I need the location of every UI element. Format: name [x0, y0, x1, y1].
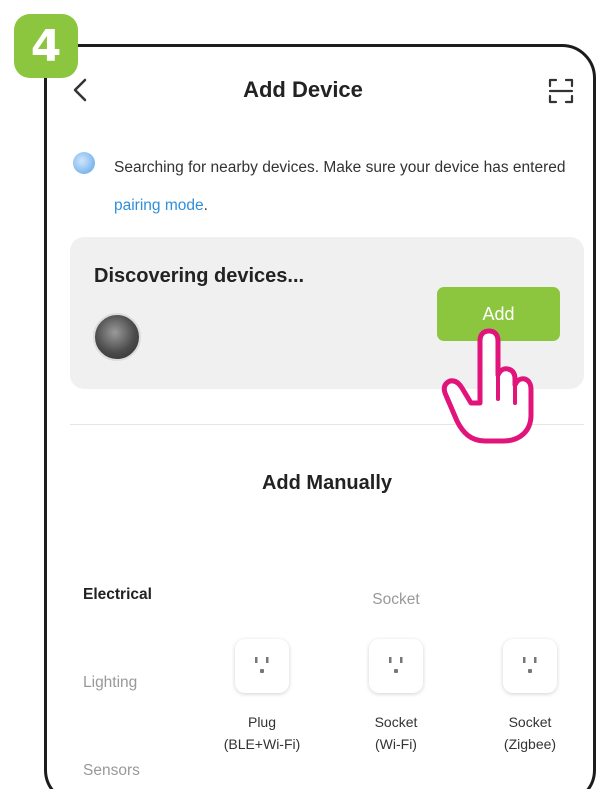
device-label-line2: (Wi-Fi) [375, 736, 417, 752]
add-manually-title: Add Manually [261, 472, 392, 494]
page-title: Add Device [243, 77, 363, 102]
category-lighting[interactable]: Lighting [83, 674, 137, 692]
pairing-mode-link[interactable]: pairing mode [114, 197, 204, 214]
search-notice: Searching for nearby devices. Make sure … [114, 149, 574, 225]
device-label-line1: Socket [508, 714, 552, 730]
device-tile-socket-wifi[interactable]: Socket (Wi-Fi) [337, 639, 455, 759]
socket-icon [235, 639, 289, 693]
socket-icon [503, 639, 557, 693]
socket-icon [369, 639, 423, 693]
device-label-line1: Socket [374, 714, 418, 730]
scan-icon[interactable] [547, 77, 575, 105]
search-indicator-icon [73, 152, 95, 174]
device-label-line1: Plug [247, 714, 277, 730]
device-tile-plug-ble-wifi[interactable]: Plug (BLE+Wi-Fi) [203, 639, 321, 759]
notice-text: Searching for nearby devices. Make sure … [114, 159, 566, 176]
pointing-hand-icon [441, 328, 534, 444]
device-label-line2: (BLE+Wi-Fi) [223, 736, 301, 752]
add-button-label: Add [482, 303, 515, 324]
step-number: 4 [30, 20, 62, 72]
category-electrical[interactable]: Electrical [83, 586, 152, 604]
device-thumbnail [93, 313, 141, 361]
device-tile-socket-zigbee[interactable]: Socket (Zigbee) [471, 639, 589, 759]
step-badge: 4 [14, 14, 78, 78]
socket-group-title: Socket [372, 591, 420, 608]
discovering-title: Discovering devices... [94, 265, 305, 287]
category-sensors[interactable]: Sensors [83, 762, 140, 780]
notice-text-end: . [203, 197, 208, 214]
device-label-line2: (Zigbee) [503, 736, 557, 752]
phone-frame: Add Device Searching for nearby devices.… [44, 44, 596, 789]
